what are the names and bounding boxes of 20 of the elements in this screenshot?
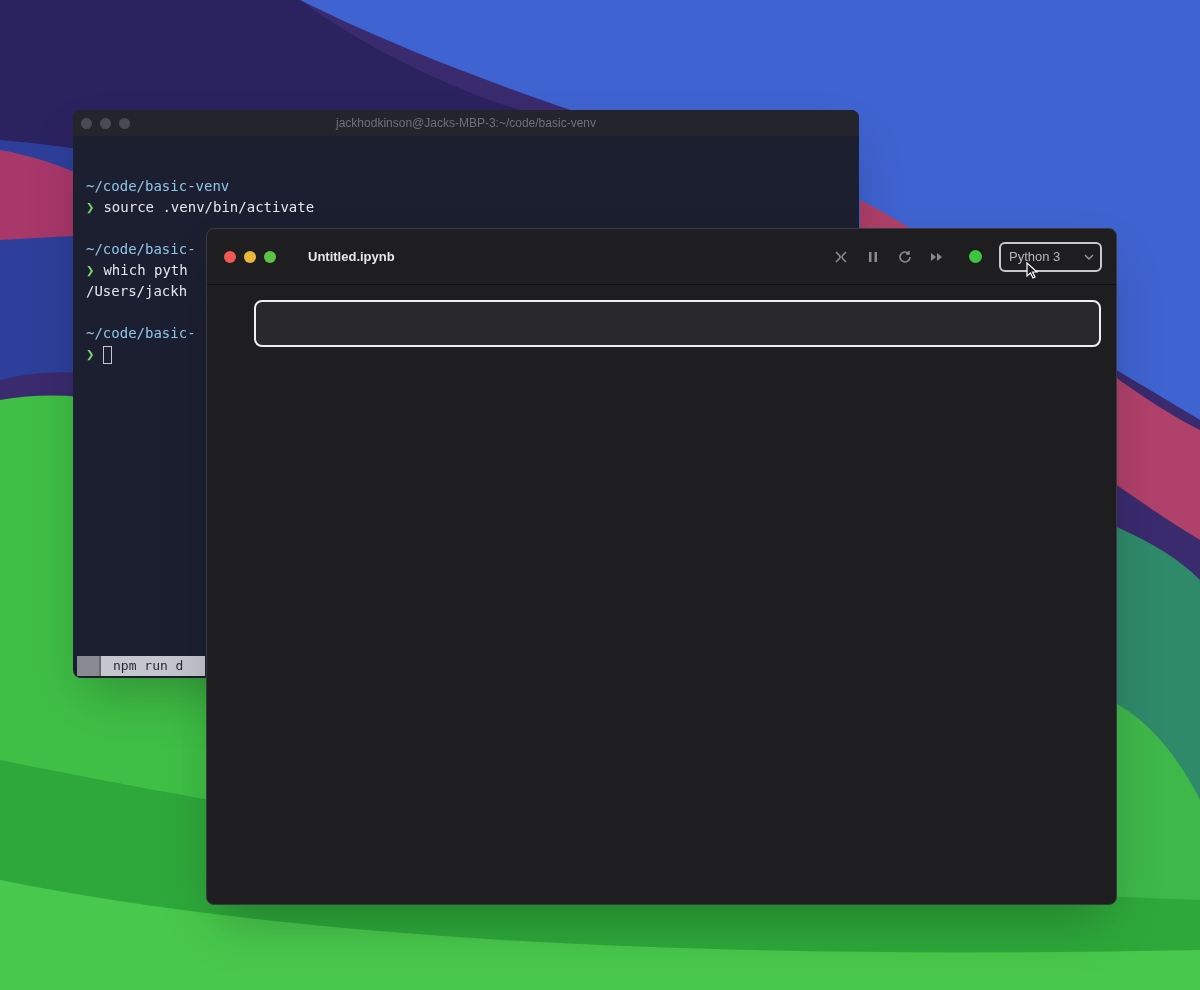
window-title: Untitled.ipynb xyxy=(308,247,395,266)
path-text: ~/code/basic- xyxy=(86,240,196,259)
window-title: jackhodkinson@Jacks-MBP-3:~/code/basic-venv xyxy=(336,115,596,132)
path-text: ~/code/basic-venv xyxy=(86,177,230,196)
minimize-icon[interactable] xyxy=(244,250,256,263)
zoom-icon[interactable] xyxy=(264,250,276,263)
command-text: source .venv/bin/activate xyxy=(103,198,315,217)
output-text: /Users/jackh xyxy=(86,282,188,301)
restart-icon[interactable] xyxy=(897,248,913,265)
command-text: which pyth xyxy=(103,261,188,280)
prompt-text: ❯ xyxy=(86,198,95,217)
terminal-tab[interactable]: npm run d xyxy=(101,656,205,676)
code-cell[interactable] xyxy=(254,300,1101,347)
mouse-pointer-icon xyxy=(1026,262,1038,279)
prompt-text: ❯ xyxy=(86,345,95,364)
prompt-text: ❯ xyxy=(86,261,95,280)
chevron-down-icon xyxy=(1084,253,1094,260)
close-icon[interactable] xyxy=(224,250,236,263)
tab-handle[interactable] xyxy=(77,656,101,676)
path-text: ~/code/basic- xyxy=(86,324,196,343)
